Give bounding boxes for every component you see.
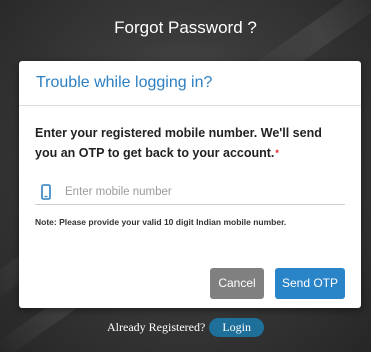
footer: Already Registered? Login (0, 318, 371, 337)
cancel-button[interactable]: Cancel (210, 268, 264, 299)
mobile-input-row (35, 179, 345, 205)
instruction-text: Enter your registered mobile number. We'… (35, 123, 345, 163)
page-title: Forgot Password ? (114, 18, 257, 37)
mobile-number-input[interactable] (65, 185, 315, 198)
forgot-password-dialog: Trouble while logging in? Enter your reg… (19, 61, 361, 308)
dialog-header: Trouble while logging in? (19, 61, 361, 106)
dialog-body: Enter your registered mobile number. We'… (19, 106, 361, 227)
mobile-phone-icon (41, 183, 55, 201)
send-otp-button[interactable]: Send OTP (275, 268, 345, 299)
required-marker: * (275, 148, 279, 158)
dialog-title: Trouble while logging in? (36, 74, 213, 91)
already-registered-text: Already Registered? (107, 320, 206, 334)
login-button[interactable]: Login (209, 318, 264, 337)
mobile-number-note: Note: Please provide your valid 10 digit… (35, 217, 287, 227)
